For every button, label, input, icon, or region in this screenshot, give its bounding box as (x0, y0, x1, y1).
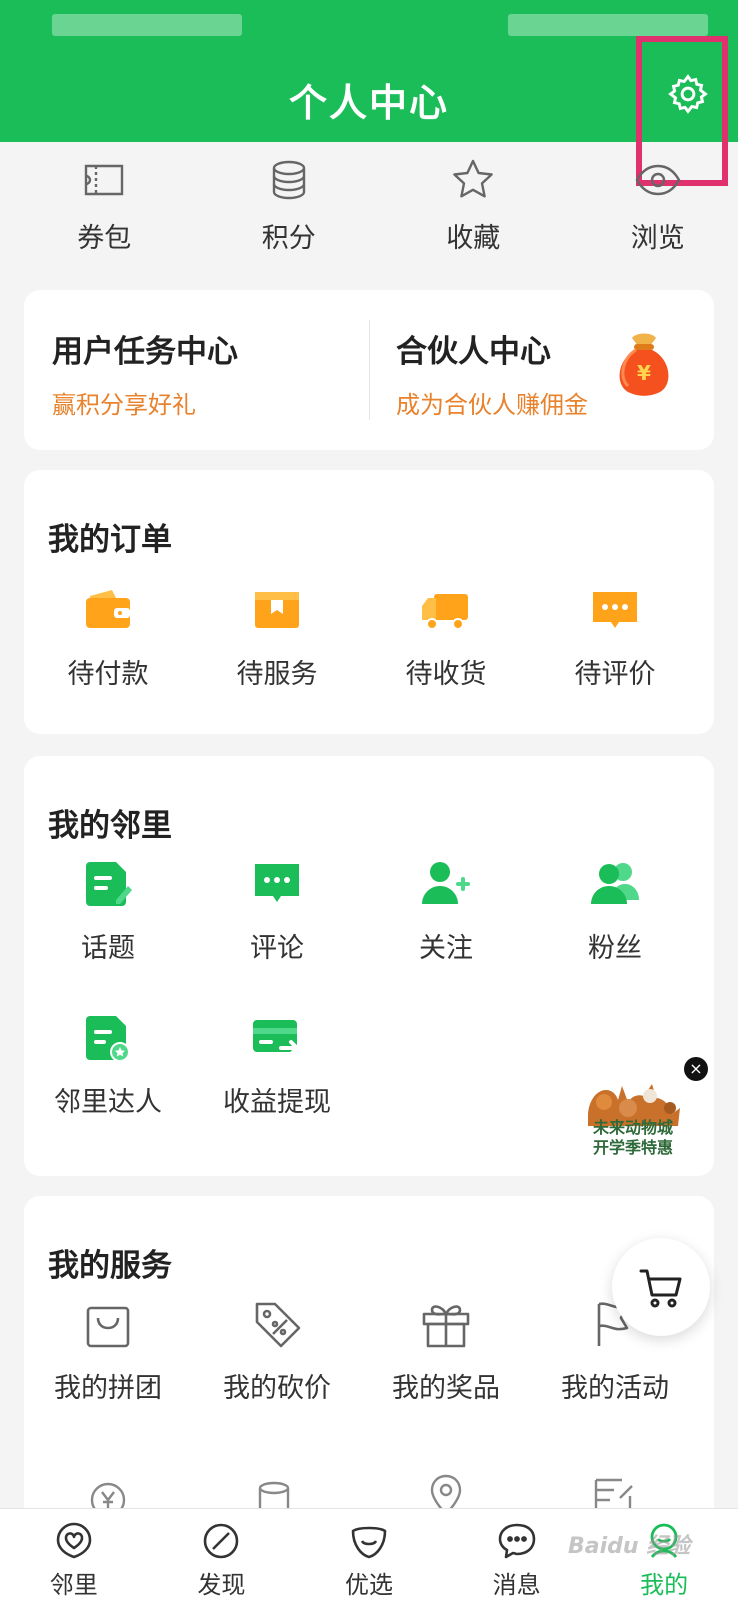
quick-link-points[interactable]: 积分 (209, 150, 370, 260)
neighbor-topics[interactable]: 话题 (28, 856, 188, 965)
tab-selected[interactable]: 优选 (295, 1509, 443, 1600)
order-label: 待付款 (67, 659, 149, 690)
divider (369, 320, 370, 420)
svg-text:¥: ¥ (637, 361, 651, 385)
section-title: 我的邻里 (48, 808, 172, 844)
cart-icon (639, 1269, 682, 1308)
tab-label: 邻里 (49, 1571, 98, 1599)
partner-center[interactable]: 合伙人中心 成为合伙人赚佣金 (396, 326, 588, 420)
tab-neighborhood[interactable]: 邻里 (0, 1509, 148, 1600)
ad-caption: 未来动物城 开学季特惠 (578, 1118, 688, 1158)
neighbor-withdraw[interactable]: 收益提现 (197, 1010, 357, 1119)
order-label: 待服务 (236, 659, 318, 690)
truck-icon (422, 594, 468, 630)
card-transfer-icon (253, 1020, 299, 1056)
coins-icon (272, 160, 305, 200)
ad-close-button[interactable]: × (684, 1057, 708, 1081)
wallet-icon (86, 590, 130, 628)
quick-link-favorites[interactable]: 收藏 (393, 150, 554, 260)
topic-icon (86, 862, 132, 906)
quick-links: 券包 积分 收藏 浏览 (0, 150, 738, 260)
quick-link-label: 券包 (77, 223, 132, 254)
partner-center-subtitle: 成为合伙人赚佣金 (396, 391, 588, 419)
service-label: 我的奖品 (392, 1373, 500, 1404)
neighbor-label: 评论 (250, 933, 304, 964)
order-pending-review[interactable]: 待评价 (535, 582, 695, 691)
compass-icon (204, 1523, 239, 1559)
my-orders-card: 我的订单 待付款 待服务 待收货 待评价 (24, 470, 714, 734)
order-label: 待收货 (405, 659, 487, 690)
service-label: 我的砍价 (223, 1373, 331, 1404)
floating-cart-button[interactable] (612, 1238, 710, 1336)
heart-bubble-icon (56, 1522, 92, 1559)
quick-link-label: 积分 (261, 223, 316, 254)
task-partner-card: 用户任务中心 赢积分享好礼 合伙人中心 成为合伙人赚佣金 ¥ (24, 290, 714, 450)
smile-icon (351, 1526, 387, 1559)
order-pending-payment[interactable]: 待付款 (28, 582, 188, 691)
order-pending-delivery[interactable]: 待收货 (366, 582, 526, 691)
service-group-buy[interactable]: 我的拼团 (28, 1296, 188, 1405)
section-title: 我的服务 (48, 1248, 172, 1284)
service-prizes[interactable]: 我的奖品 (366, 1296, 526, 1405)
ad-caption-line1: 未来动物城 (592, 1118, 673, 1137)
ticket-icon (85, 164, 124, 196)
users-icon (591, 863, 639, 904)
quick-link-coupons[interactable]: 券包 (24, 150, 185, 260)
star-icon (453, 159, 494, 198)
package-icon (255, 592, 299, 628)
neighbor-following[interactable]: 关注 (366, 856, 526, 965)
badge-doc-icon (86, 1016, 130, 1062)
order-pending-service[interactable]: 待服务 (197, 582, 357, 691)
chat-icon (255, 864, 299, 902)
quick-link-label: 浏览 (630, 223, 685, 254)
gift-icon (422, 1305, 470, 1348)
comment-icon (593, 592, 637, 628)
neighbor-label: 话题 (81, 933, 135, 964)
neighbor-label: 粉丝 (588, 933, 642, 964)
header-bar: 个人中心 (0, 0, 738, 142)
discount-tag-icon (255, 1302, 301, 1348)
partner-center-title: 合伙人中心 (396, 334, 551, 370)
service-label: 我的拼团 (54, 1373, 162, 1404)
neighbor-label: 收益提现 (223, 1087, 331, 1118)
message-icon (498, 1523, 535, 1559)
money-bag-icon: ¥ (619, 333, 669, 396)
page-title: 个人中心 (288, 81, 449, 125)
order-label: 待评价 (574, 659, 656, 690)
tab-label: 我的 (640, 1571, 689, 1599)
neighbor-label: 关注 (419, 933, 473, 964)
ad-caption-line2: 开学季特惠 (592, 1138, 673, 1157)
quick-link-label: 收藏 (446, 223, 501, 254)
add-user-icon (422, 862, 470, 904)
neighbor-label: 邻里达人 (54, 1087, 162, 1118)
quick-link-history[interactable]: 浏览 (578, 150, 738, 260)
my-services-card: 我的服务 我的拼团 我的砍价 我的奖品 我的活动 (24, 1196, 714, 1526)
tab-discover[interactable]: 发现 (148, 1509, 296, 1600)
task-center-subtitle: 赢积分享好礼 (52, 391, 196, 419)
baidu-watermark: Baidu 经验 (568, 1534, 691, 1559)
neighbor-fans[interactable]: 粉丝 (535, 856, 695, 965)
service-label: 我的活动 (561, 1373, 669, 1404)
task-center-title: 用户任务中心 (52, 334, 238, 370)
bag-icon (86, 1306, 130, 1348)
tab-label: 优选 (344, 1571, 393, 1599)
eye-icon (635, 164, 681, 196)
tab-label: 消息 (492, 1571, 541, 1599)
status-bar-indicators (508, 14, 708, 36)
neighbor-experts[interactable]: 邻里达人 (28, 1010, 188, 1119)
user-task-center[interactable]: 用户任务中心 赢积分享好礼 (52, 326, 238, 420)
section-title: 我的订单 (48, 522, 172, 558)
gear-icon (668, 74, 708, 114)
status-bar-carrier (52, 14, 242, 36)
tab-label: 发现 (197, 1571, 246, 1599)
neighbor-comments[interactable]: 评论 (197, 856, 357, 965)
service-bargain[interactable]: 我的砍价 (197, 1296, 357, 1405)
settings-button[interactable] (666, 72, 710, 116)
